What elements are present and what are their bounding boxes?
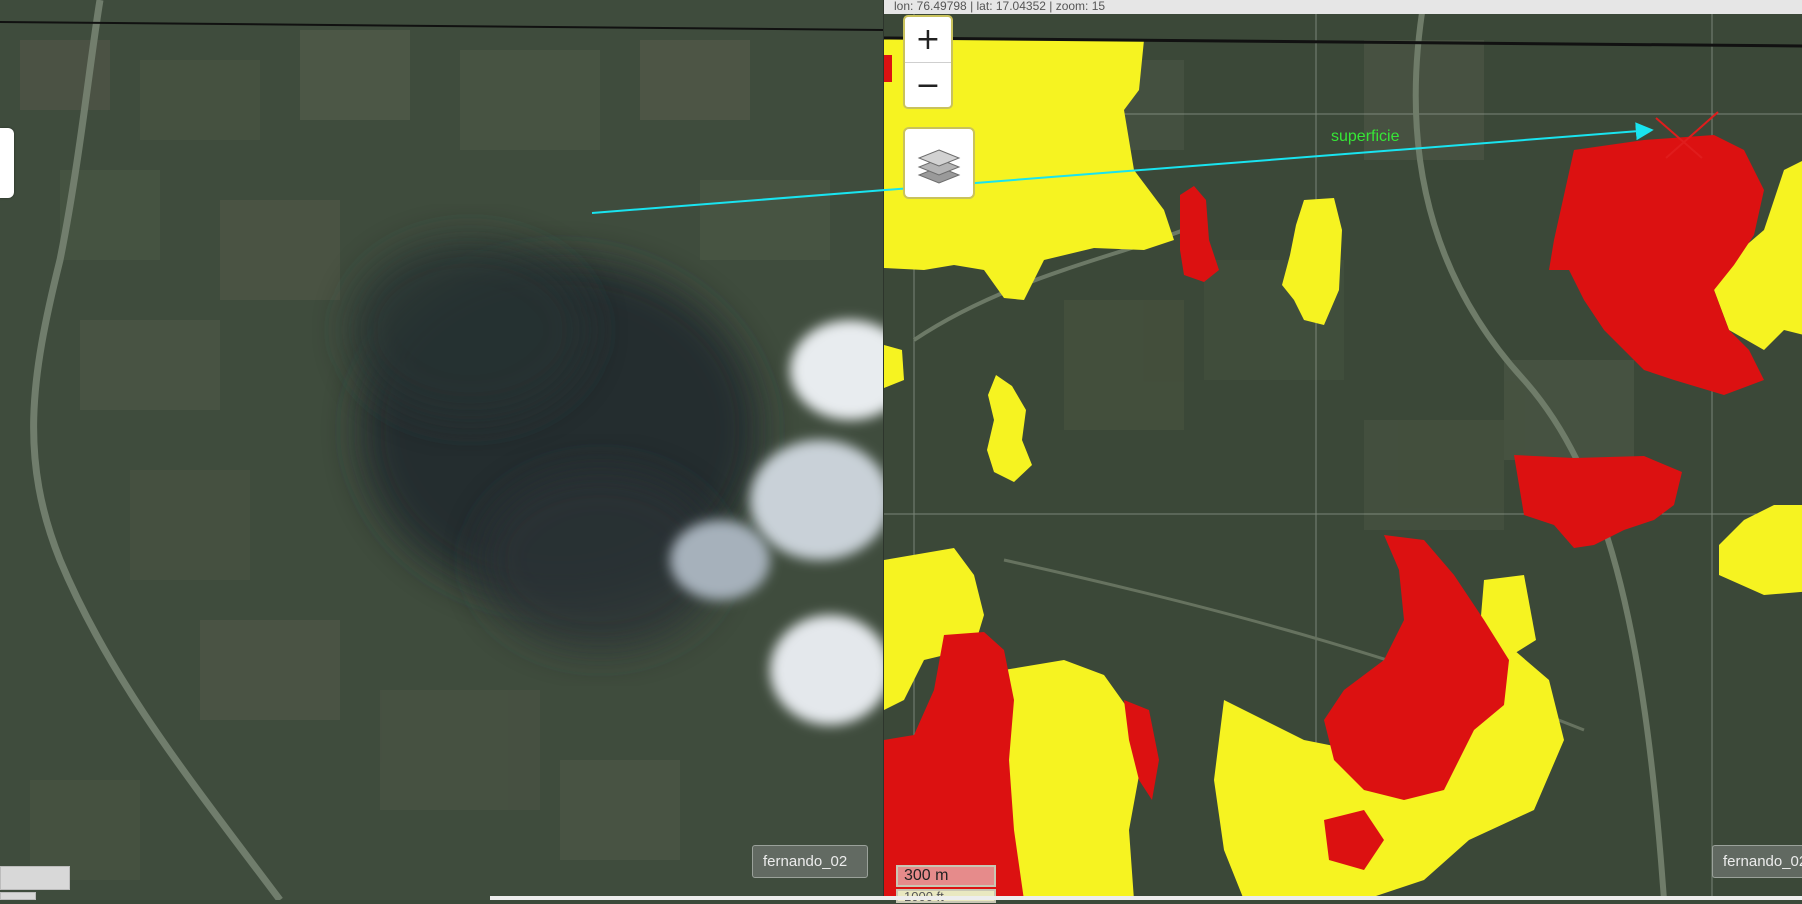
scale-bar-metric: 300 m xyxy=(896,865,996,887)
target-marker-icon[interactable] xyxy=(1655,111,1719,159)
left-bottom-control-secondary[interactable] xyxy=(0,892,36,900)
left-bottom-control[interactable] xyxy=(0,866,70,890)
horizontal-scrollbar[interactable] xyxy=(490,896,1802,900)
left-map-attribution: fernando_02 xyxy=(752,845,868,878)
right-map-attribution: fernando_02 xyxy=(1712,845,1802,878)
measurement-line[interactable] xyxy=(591,122,1654,214)
layers-icon xyxy=(917,149,961,184)
zoom-control: + − xyxy=(903,15,953,109)
left-panel-toggle[interactable] xyxy=(0,128,14,198)
annotation-label: superficie xyxy=(1331,128,1400,145)
layers-button[interactable] xyxy=(903,127,975,199)
zoom-in-button[interactable]: + xyxy=(905,17,951,62)
zoom-out-button[interactable]: − xyxy=(905,62,951,107)
measurement-overlay: superficie xyxy=(591,111,1719,214)
